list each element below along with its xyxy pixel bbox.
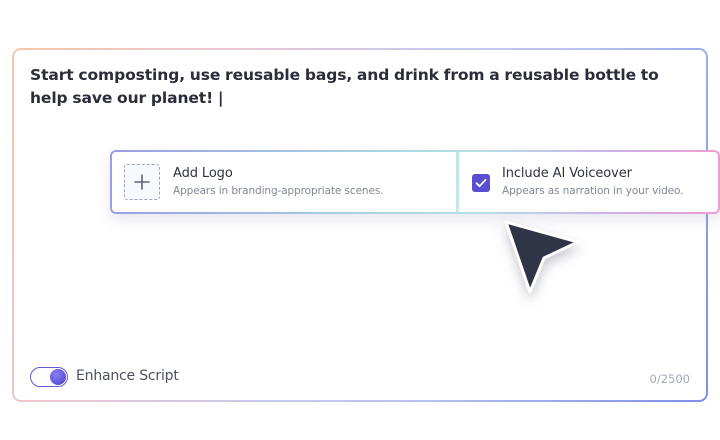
script-editor-card: Start composting, use reusable bags, and…: [12, 48, 708, 402]
options-panel: Add Logo Appears in branding-appropriate…: [110, 150, 720, 214]
character-count: 0/2500: [649, 372, 690, 386]
toggle-knob: [50, 368, 66, 385]
ai-voiceover-option[interactable]: Include AI Voiceover Appears as narratio…: [459, 152, 718, 212]
video-script-editor: Start composting, use reusable bags, and…: [0, 0, 720, 440]
enhance-script-toggle[interactable]: [30, 367, 68, 387]
add-logo-option[interactable]: Add Logo Appears in branding-appropriate…: [112, 152, 456, 212]
mouse-cursor-icon: [504, 220, 580, 294]
ai-voiceover-checkbox[interactable]: [472, 174, 490, 192]
script-editor-inner: Start composting, use reusable bags, and…: [14, 50, 706, 400]
plus-icon[interactable]: [124, 164, 160, 200]
check-icon: [475, 178, 487, 188]
add-logo-description: Appears in branding-appropriate scenes.: [173, 185, 384, 197]
ai-voiceover-title: Include AI Voiceover: [502, 166, 632, 181]
add-logo-title: Add Logo: [173, 166, 233, 181]
script-textarea[interactable]: Start composting, use reusable bags, and…: [30, 64, 680, 110]
enhance-script-label[interactable]: Enhance Script: [76, 368, 179, 384]
ai-voiceover-description: Appears as narration in your video.: [502, 185, 684, 197]
options-panel-inner: Add Logo Appears in branding-appropriate…: [112, 152, 718, 212]
